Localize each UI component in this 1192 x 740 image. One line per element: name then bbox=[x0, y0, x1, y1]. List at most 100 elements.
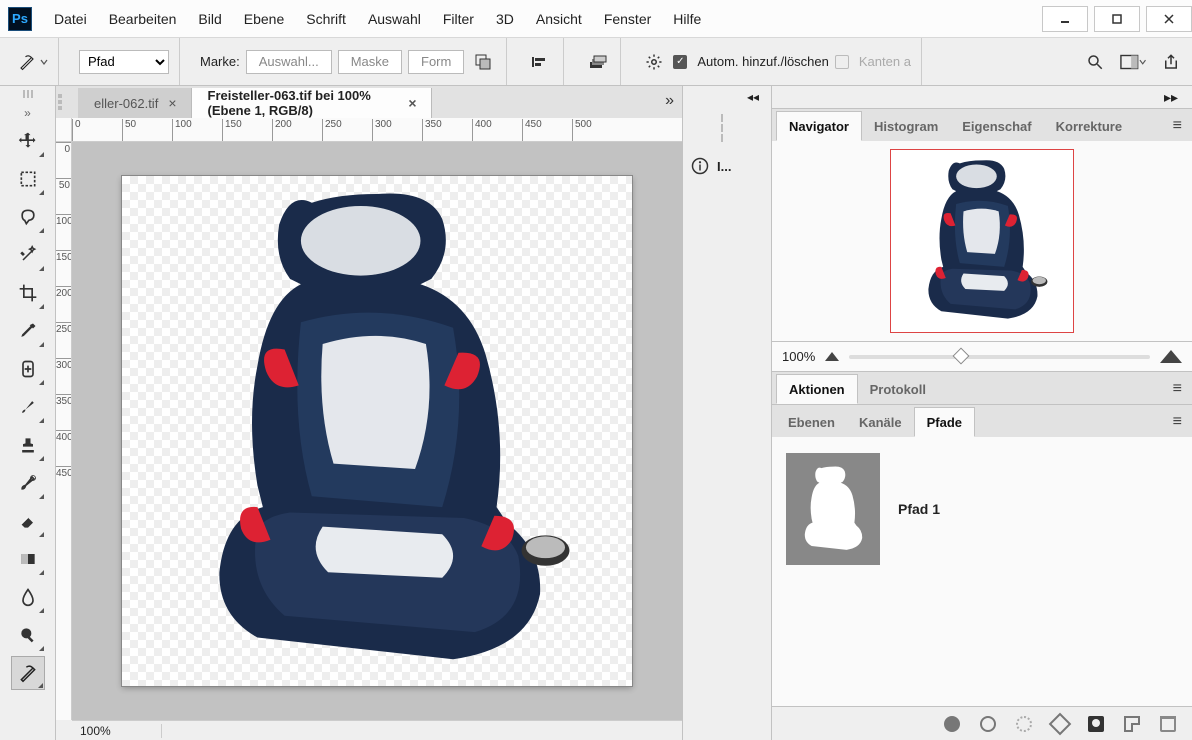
healing-tool[interactable] bbox=[11, 352, 45, 386]
tab-histogram[interactable]: Histogram bbox=[862, 111, 950, 141]
menu-filter[interactable]: Filter bbox=[433, 7, 484, 31]
crop-tool[interactable] bbox=[11, 276, 45, 310]
gear-icon[interactable] bbox=[641, 50, 667, 74]
tab-close-icon[interactable]: × bbox=[408, 95, 416, 111]
menu-layer[interactable]: Ebene bbox=[234, 7, 294, 31]
make-shape-button[interactable]: Form bbox=[408, 50, 464, 74]
magic-wand-tool[interactable] bbox=[11, 238, 45, 272]
stroke-path-icon[interactable] bbox=[980, 716, 996, 732]
tab-properties[interactable]: Eigenschaf bbox=[950, 111, 1043, 141]
tool-palette: » bbox=[0, 86, 56, 740]
tab-actions[interactable]: Aktionen bbox=[776, 374, 858, 404]
tab-overflow-icon[interactable]: » bbox=[665, 92, 674, 110]
window-controls bbox=[1036, 6, 1192, 32]
path-ops-icon[interactable] bbox=[470, 50, 496, 74]
delete-path-icon[interactable] bbox=[1160, 716, 1176, 732]
tab-navigator[interactable]: Navigator bbox=[776, 111, 862, 141]
menu-file[interactable]: Datei bbox=[44, 7, 97, 31]
tab-adjustments[interactable]: Korrekture bbox=[1044, 111, 1134, 141]
path-thumbnail bbox=[786, 453, 880, 565]
menu-type[interactable]: Schrift bbox=[296, 7, 356, 31]
path-arrange-icon[interactable] bbox=[584, 50, 610, 74]
navigator-panel: Navigator Histogram Eigenschaf Korrektur… bbox=[772, 108, 1192, 371]
window-minimize-button[interactable] bbox=[1042, 6, 1088, 32]
selection-to-path-icon[interactable] bbox=[1049, 712, 1072, 735]
tab-history[interactable]: Protokoll bbox=[858, 374, 938, 404]
aux-handle[interactable] bbox=[721, 114, 733, 142]
panel-menu-icon[interactable]: ≡ bbox=[1173, 117, 1182, 135]
move-tool[interactable] bbox=[11, 124, 45, 158]
path-align-icon[interactable] bbox=[527, 50, 553, 74]
vertical-ruler[interactable]: 050100150200250300350400450 bbox=[56, 142, 72, 720]
palette-handle[interactable] bbox=[10, 90, 46, 102]
tab-layers[interactable]: Ebenen bbox=[776, 407, 847, 437]
status-bar: 100% bbox=[72, 720, 682, 740]
blur-tool[interactable] bbox=[11, 580, 45, 614]
tabbar-handle[interactable] bbox=[58, 94, 72, 110]
add-mask-icon[interactable] bbox=[1088, 716, 1104, 732]
menu-image[interactable]: Bild bbox=[188, 7, 231, 31]
search-icon[interactable] bbox=[1082, 50, 1108, 74]
status-zoom[interactable]: 100% bbox=[72, 724, 162, 738]
horizontal-ruler[interactable]: 050100150200250300350400450500 bbox=[72, 118, 682, 142]
eyedropper-tool[interactable] bbox=[11, 314, 45, 348]
document-tab[interactable]: Freisteller-063.tif bei 100% (Ebene 1, R… bbox=[192, 88, 432, 118]
path-item[interactable]: Pfad 1 bbox=[782, 447, 1182, 571]
current-tool-icon[interactable] bbox=[18, 53, 48, 71]
make-mask-button[interactable]: Maske bbox=[338, 50, 402, 74]
history-brush-tool[interactable] bbox=[11, 466, 45, 500]
menu-window[interactable]: Fenster bbox=[594, 7, 661, 31]
document-tab[interactable]: eller-062.tif× bbox=[78, 88, 192, 118]
path-to-selection-icon[interactable] bbox=[1016, 716, 1032, 732]
panel-collapse-icon[interactable]: ▸▸ bbox=[772, 86, 1192, 108]
paths-list: Pfad 1 bbox=[772, 437, 1192, 706]
zoom-out-icon[interactable] bbox=[825, 352, 839, 361]
window-maximize-button[interactable] bbox=[1094, 6, 1140, 32]
aux-collapse-icon[interactable]: ◂◂ bbox=[683, 86, 771, 108]
menu-view[interactable]: Ansicht bbox=[526, 7, 592, 31]
document-tab-bar: eller-062.tif× Freisteller-063.tif bei 1… bbox=[56, 86, 682, 118]
tab-close-icon[interactable]: × bbox=[168, 95, 176, 111]
tab-channels[interactable]: Kanäle bbox=[847, 407, 914, 437]
new-path-icon[interactable] bbox=[1124, 716, 1140, 732]
history-tabs: Aktionen Protokoll ≡ bbox=[772, 372, 1192, 404]
paths-footer bbox=[772, 706, 1192, 740]
fill-path-icon[interactable] bbox=[944, 716, 960, 732]
palette-expand-icon[interactable]: » bbox=[24, 106, 31, 120]
stamp-tool[interactable] bbox=[11, 428, 45, 462]
tool-mode-select[interactable]: Pfad bbox=[79, 50, 169, 74]
options-bar: Pfad Marke: Auswahl... Maske Form ✓ Auto… bbox=[0, 38, 1192, 86]
marquee-tool[interactable] bbox=[11, 162, 45, 196]
navigator-preview[interactable] bbox=[772, 141, 1192, 341]
canvas-scroll-area[interactable] bbox=[72, 142, 682, 720]
path-name[interactable]: Pfad 1 bbox=[898, 501, 940, 517]
document-canvas[interactable] bbox=[122, 176, 632, 686]
navigator-zoom-value[interactable]: 100% bbox=[782, 349, 815, 364]
window-close-button[interactable] bbox=[1146, 6, 1192, 32]
zoom-in-icon[interactable] bbox=[1160, 350, 1182, 363]
menu-help[interactable]: Hilfe bbox=[663, 7, 711, 31]
pen-tool[interactable] bbox=[11, 656, 45, 690]
edges-checkbox[interactable] bbox=[835, 55, 849, 69]
zoom-slider[interactable] bbox=[849, 355, 1150, 359]
brush-tool[interactable] bbox=[11, 390, 45, 424]
tab-paths[interactable]: Pfade bbox=[914, 407, 975, 437]
make-selection-button[interactable]: Auswahl... bbox=[246, 50, 332, 74]
chevron-down-icon bbox=[1139, 58, 1146, 66]
navigator-thumbnail bbox=[902, 156, 1062, 326]
menu-edit[interactable]: Bearbeiten bbox=[99, 7, 187, 31]
ruler-origin[interactable] bbox=[56, 118, 72, 142]
eraser-tool[interactable] bbox=[11, 504, 45, 538]
share-icon[interactable] bbox=[1158, 50, 1184, 74]
dodge-tool[interactable] bbox=[11, 618, 45, 652]
viewmode-icon[interactable] bbox=[1120, 50, 1146, 74]
gradient-tool[interactable] bbox=[11, 542, 45, 576]
lasso-tool[interactable] bbox=[11, 200, 45, 234]
panel-menu-icon[interactable]: ≡ bbox=[1173, 380, 1182, 398]
panel-menu-icon[interactable]: ≡ bbox=[1173, 413, 1182, 431]
info-panel-button[interactable]: I... bbox=[683, 146, 771, 186]
menu-select[interactable]: Auswahl bbox=[358, 7, 431, 31]
navigator-tabs: Navigator Histogram Eigenschaf Korrektur… bbox=[772, 109, 1192, 141]
auto-add-delete-checkbox[interactable]: ✓ bbox=[673, 55, 687, 69]
menu-3d[interactable]: 3D bbox=[486, 7, 524, 31]
